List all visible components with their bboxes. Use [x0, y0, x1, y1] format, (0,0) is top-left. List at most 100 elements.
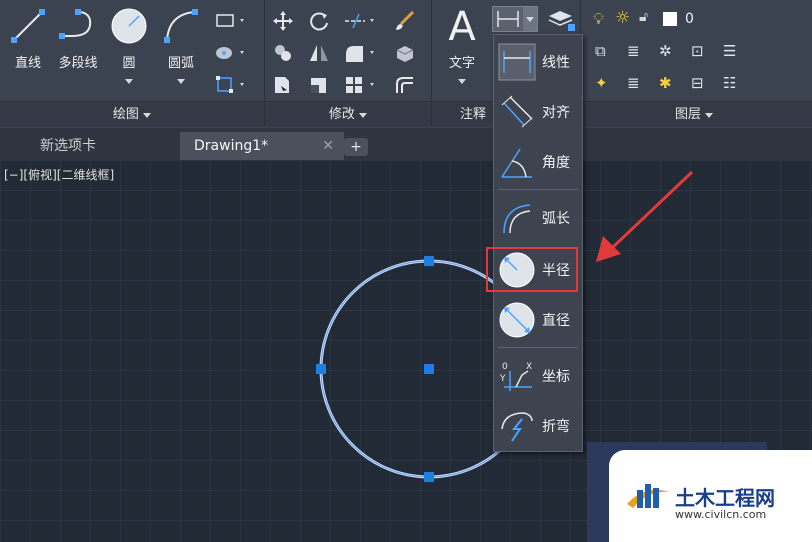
- menu-item-angular-label: 角度: [542, 155, 570, 171]
- trim-button[interactable]: [343, 10, 374, 32]
- draw-panel: 直线 多段线 圆 圆弧 绘图: [0, 0, 265, 127]
- arc-tool-label: 圆弧: [167, 56, 194, 71]
- line-tool-button[interactable]: 直线: [2, 6, 54, 71]
- menu-separator: [498, 347, 578, 348]
- menu-item-aligned[interactable]: 对齐: [494, 89, 582, 135]
- add-tab-button[interactable]: +: [344, 138, 368, 156]
- table-layer-stack-button[interactable]: [546, 8, 575, 31]
- layer-tool-8-button[interactable]: ✱: [659, 74, 685, 96]
- dimension-split-button[interactable]: [492, 6, 538, 32]
- line-tool-label: 直线: [14, 56, 41, 71]
- layer-tool-5-button[interactable]: ☰: [723, 42, 749, 64]
- watermark-logo-icon: [627, 484, 669, 508]
- layers-panel-title[interactable]: 图层: [581, 101, 812, 127]
- arc-length-icon: [503, 204, 531, 234]
- fillet-button[interactable]: [343, 42, 374, 64]
- fillet-icon: [346, 46, 374, 62]
- circle-icon: [111, 8, 147, 44]
- unlock-icon: 🔓︎: [639, 9, 649, 25]
- circle-tool-button[interactable]: 圆: [103, 6, 155, 88]
- boundary-button[interactable]: [214, 74, 244, 96]
- svg-text:0: 0: [502, 362, 508, 372]
- tab-drawing1[interactable]: Drawing1* ✕: [180, 132, 344, 160]
- close-tab-icon[interactable]: ✕: [322, 132, 334, 160]
- stack-icon: [548, 11, 575, 31]
- ordinate-dimension-icon: 0 X Y: [499, 362, 532, 391]
- menu-item-jogged-label: 折弯: [542, 419, 570, 435]
- menu-item-arc-length-label: 弧长: [542, 211, 570, 227]
- circle-dropdown-caret[interactable]: [103, 73, 155, 88]
- plus-icon: +: [350, 139, 362, 155]
- dimension-dropdown-caret[interactable]: [523, 7, 537, 31]
- move-icon: [273, 11, 293, 31]
- arc-tool-button[interactable]: 圆弧: [155, 6, 207, 88]
- circle-tool-label: 圆: [122, 56, 136, 71]
- tab-new-tab[interactable]: 新选项卡: [24, 132, 186, 160]
- polyline-tool-button[interactable]: 多段线: [52, 6, 104, 71]
- layer-tool-10-button[interactable]: ☷: [723, 74, 749, 96]
- stretch-icon: [275, 77, 289, 93]
- solid-icon: [396, 46, 414, 62]
- layer-tool-2-button[interactable]: ≣: [627, 42, 653, 64]
- menu-item-diameter-label: 直径: [542, 313, 570, 329]
- layer-tool-3-button[interactable]: ✲: [659, 42, 685, 64]
- layer-tool-1-button[interactable]: ⧉: [595, 42, 621, 64]
- text-icon: A: [448, 4, 476, 50]
- array-button[interactable]: [343, 74, 374, 96]
- menu-separator: [498, 189, 578, 190]
- watermark-brand: 土木工程网: [675, 486, 775, 510]
- rotate-icon: [310, 12, 328, 31]
- svg-text:X: X: [526, 362, 532, 372]
- erase-button[interactable]: [393, 10, 419, 32]
- modify-panel: 修改: [265, 0, 432, 127]
- viewport-controls-label[interactable]: [−][俯视][二维线框]: [4, 166, 114, 183]
- hatch-button[interactable]: [214, 42, 244, 64]
- draw-panel-title[interactable]: 绘图: [0, 101, 264, 127]
- trim-icon: [345, 13, 374, 29]
- offset-button[interactable]: [393, 74, 419, 96]
- layers-panel: 💡︎ ☼ 🔓︎ 0 ⧉ ≣ ✲ ⊡ ☰ ✦ ≣ ✱ ⊟ ☷ 图层: [581, 0, 812, 127]
- rectangle-button[interactable]: [214, 10, 244, 32]
- arc-dropdown-caret[interactable]: [155, 73, 207, 88]
- menu-item-aligned-label: 对齐: [542, 105, 570, 121]
- layer-tool-4-button[interactable]: ⊡: [691, 42, 717, 64]
- linear-dimension-icon: [497, 11, 519, 27]
- text-tool-button[interactable]: A 文字: [436, 4, 488, 88]
- document-tab-bar: 新选项卡 Drawing1* ✕ +: [0, 128, 812, 160]
- text-tool-label: 文字: [448, 56, 475, 71]
- scale-button[interactable]: [307, 74, 333, 96]
- mirror-button[interactable]: [307, 42, 333, 64]
- move-button[interactable]: [271, 10, 297, 32]
- array-solid-button[interactable]: [393, 42, 419, 64]
- layer-tool-9-button[interactable]: ⊟: [691, 74, 717, 96]
- menu-item-ordinate-label: 坐标: [542, 369, 570, 385]
- rotate-button[interactable]: [307, 10, 333, 32]
- polyline-tool-label: 多段线: [58, 56, 98, 71]
- menu-item-diameter[interactable]: 直径: [494, 297, 582, 343]
- menu-item-linear[interactable]: 线性: [494, 39, 582, 85]
- menu-item-jogged[interactable]: 折弯: [494, 403, 582, 449]
- menu-item-angular[interactable]: 角度: [494, 139, 582, 185]
- menu-item-arc-length[interactable]: 弧长: [494, 195, 582, 241]
- mirror-icon: [310, 45, 328, 61]
- copy-icon: [275, 45, 291, 61]
- diameter-dimension-icon: [499, 302, 535, 338]
- watermark-url: www.civilcn.com: [675, 508, 767, 521]
- sun-icon: ☼: [615, 8, 631, 28]
- menu-item-ordinate[interactable]: 0 X Y 坐标: [494, 353, 582, 399]
- lightbulb-icon: 💡︎: [593, 9, 605, 28]
- ribbon: 直线 多段线 圆 圆弧 绘图 修改 A 文字 注释 💡︎ ☼ 🔓︎ 0 ⧉ ≣ …: [0, 0, 812, 129]
- rectangle-icon: [216, 14, 244, 27]
- layer-selector[interactable]: 💡︎ ☼ 🔓︎ 0: [593, 8, 803, 31]
- aligned-dimension-icon: [501, 95, 533, 128]
- jogged-dimension-icon: [501, 412, 533, 442]
- copy-button[interactable]: [271, 42, 297, 64]
- layer-tool-6-button[interactable]: ✦: [595, 74, 621, 96]
- stretch-button[interactable]: [271, 74, 297, 96]
- angular-dimension-icon: [501, 148, 532, 178]
- offset-icon: [396, 77, 413, 93]
- scale-icon: [311, 78, 326, 93]
- modify-panel-title[interactable]: 修改: [265, 101, 431, 127]
- text-dropdown-caret[interactable]: [436, 73, 488, 88]
- layer-tool-7-button[interactable]: ≣: [627, 74, 653, 96]
